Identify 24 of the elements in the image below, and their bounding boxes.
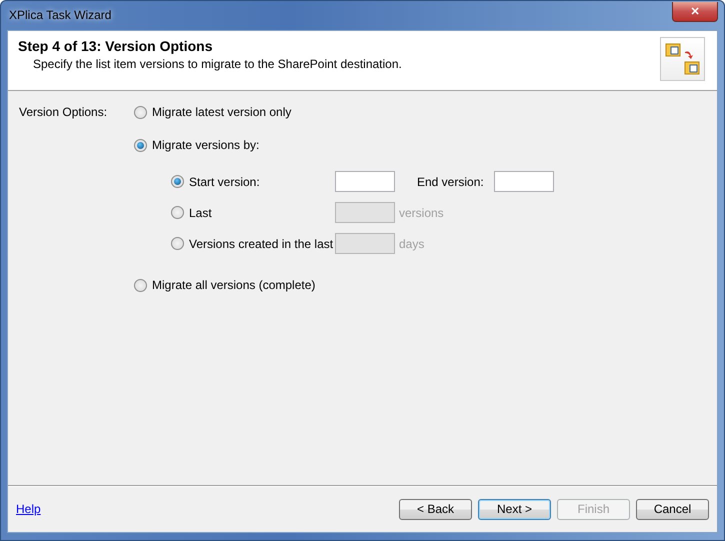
field-label: End version:: [417, 174, 484, 188]
input-field[interactable]: [335, 171, 395, 192]
section-label: Version Options:: [19, 104, 108, 121]
help-link[interactable]: Help: [16, 502, 41, 516]
step-title: Step 4 of 13: Version Options: [18, 38, 214, 54]
option-label: Versions created in the last: [189, 236, 334, 250]
input-field[interactable]: [494, 171, 554, 192]
wizard-button[interactable]: Cancel: [636, 498, 709, 520]
option-label: Migrate latest version only: [152, 105, 292, 119]
window-title: XPlica Task Wizard: [8, 7, 112, 22]
radio-button[interactable]: [171, 175, 184, 188]
step-description: Specify the list item versions to migrate to the SharePoint destination.: [33, 57, 402, 71]
unit-label: versions: [398, 206, 445, 220]
option-label: Migrate all versions (complete): [152, 278, 316, 292]
unit-label: days: [398, 236, 426, 250]
option-label: Migrate versions by:: [152, 138, 260, 152]
wizard-button[interactable]: Next >: [478, 498, 551, 520]
radio-button[interactable]: [134, 278, 147, 292]
radio-button[interactable]: [134, 106, 147, 118]
option-label: Start version:: [189, 174, 260, 188]
close-button[interactable]: ✕: [672, 2, 718, 22]
wizard-button[interactable]: < Back: [399, 498, 472, 520]
radio-button[interactable]: [134, 138, 147, 152]
option-label: Last: [189, 206, 212, 220]
